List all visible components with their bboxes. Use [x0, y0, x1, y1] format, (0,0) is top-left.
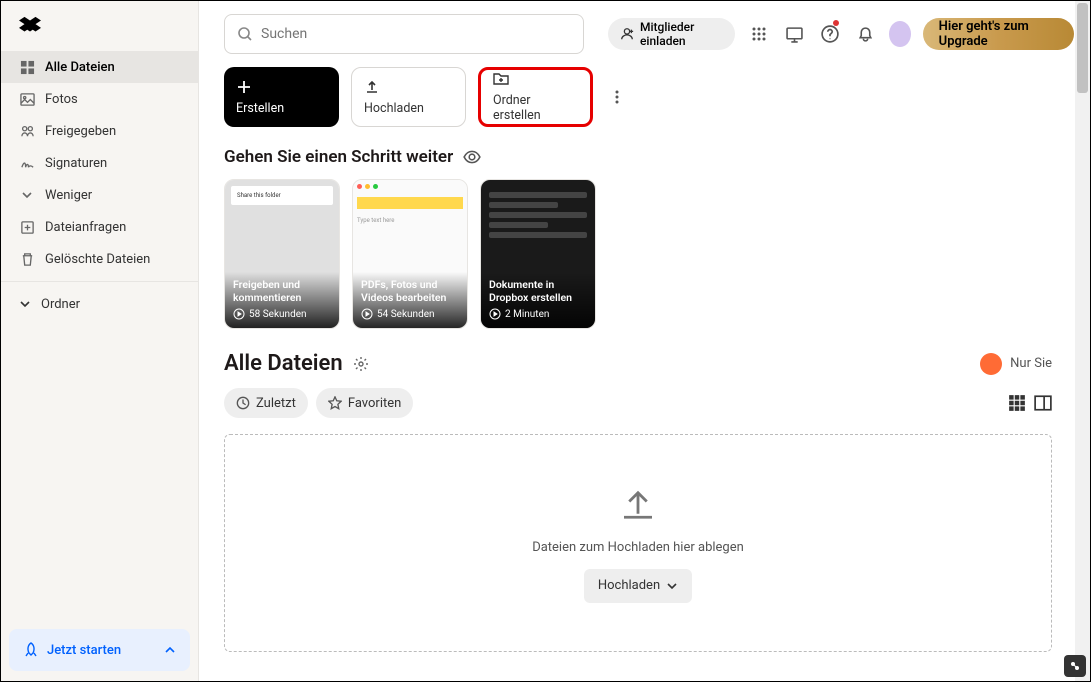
play-icon	[361, 308, 373, 320]
sidebar-item-less[interactable]: Weniger	[1, 179, 198, 211]
play-icon	[489, 308, 501, 320]
plus-icon	[236, 79, 252, 95]
privacy-avatar	[980, 353, 1002, 375]
tip-duration: 58 Sekunden	[249, 309, 307, 320]
upload-icon	[364, 79, 380, 95]
chevron-down-icon	[19, 187, 35, 203]
eye-icon[interactable]	[463, 148, 481, 166]
create-button[interactable]: Erstellen	[224, 67, 339, 127]
tips-heading: Gehen Sie einen Schritt weiter	[224, 147, 453, 167]
upgrade-button[interactable]: Hier geht's zum Upgrade	[923, 18, 1074, 50]
grid-view-button[interactable]	[1008, 394, 1026, 412]
sidebar-item-label: Alle Dateien	[45, 60, 115, 75]
upgrade-label: Hier geht's zum Upgrade	[939, 19, 1058, 49]
create-label: Erstellen	[236, 101, 327, 116]
notifications-button[interactable]	[853, 20, 876, 48]
avatar[interactable]	[889, 21, 911, 47]
signature-icon	[19, 155, 35, 171]
sidebar-item-label: Fotos	[45, 92, 78, 107]
chevron-down-icon	[19, 298, 31, 310]
sidebar-item-deleted[interactable]: Gelöschte Dateien	[1, 243, 198, 275]
folder-label: Ordner erstellen	[493, 93, 578, 123]
upload-btn-label: Hochladen	[598, 578, 660, 593]
tip-card-docs[interactable]: Dokumente in Dropbox erstellen 2 Minuten	[480, 179, 596, 329]
tip-duration: 54 Sekunden	[377, 309, 435, 320]
apps-grid-button[interactable]	[747, 20, 770, 48]
sidebar-item-label: Signaturen	[45, 156, 107, 171]
chevron-up-icon	[164, 644, 176, 656]
invite-label: Mitglieder einladen	[640, 20, 723, 48]
favorites-chip[interactable]: Favoriten	[316, 388, 413, 418]
tip-title: Dokumente in Dropbox erstellen	[489, 278, 587, 304]
chevron-down-icon	[666, 580, 678, 592]
create-folder-button[interactable]: Ordner erstellen	[478, 67, 593, 127]
recent-chip[interactable]: Zuletzt	[224, 388, 308, 418]
sidebar-item-file-requests[interactable]: Dateianfragen	[1, 211, 198, 243]
rocket-icon	[23, 642, 39, 658]
search-icon	[237, 26, 253, 42]
upload-large-icon	[617, 484, 659, 526]
shared-icon	[19, 123, 35, 139]
tip-duration: 2 Minuten	[505, 309, 549, 320]
sidebar-item-shared[interactable]: Freigegeben	[1, 115, 198, 147]
trash-icon	[19, 251, 35, 267]
sidebar-item-label: Dateianfragen	[45, 220, 126, 235]
invite-icon	[620, 27, 634, 41]
scroll-thumb[interactable]	[1077, 3, 1088, 93]
scrollbar[interactable]	[1075, 1, 1090, 681]
sidebar-item-photos[interactable]: Fotos	[1, 83, 198, 115]
sidebar-item-all-files[interactable]: Alle Dateien	[1, 51, 198, 83]
panel-view-button[interactable]	[1034, 394, 1052, 412]
sidebar-item-label: Weniger	[45, 188, 92, 203]
floating-widget[interactable]	[1064, 655, 1086, 677]
drop-zone-text: Dateien zum Hochladen hier ablegen	[532, 540, 744, 555]
get-started-label: Jetzt starten	[47, 643, 121, 658]
desktop-button[interactable]	[782, 20, 805, 48]
tip-card-share[interactable]: Share this folder Freigeben und kommenti…	[224, 179, 340, 329]
privacy-label: Nur Sie	[1010, 356, 1052, 371]
settings-gear-icon[interactable]	[353, 356, 369, 372]
sidebar-folders-toggle[interactable]: Ordner	[1, 288, 198, 320]
chip-label: Zuletzt	[256, 396, 296, 411]
play-icon	[233, 308, 245, 320]
tip-title: Freigeben und kommentieren	[233, 278, 331, 304]
folders-label: Ordner	[41, 297, 80, 312]
files-icon	[19, 59, 35, 75]
tip-title: PDFs, Fotos und Videos bearbeiten	[361, 278, 459, 304]
files-title: Alle Dateien	[224, 351, 343, 376]
star-icon	[328, 396, 342, 410]
drop-zone[interactable]: Dateien zum Hochladen hier ablegen Hochl…	[224, 434, 1052, 652]
more-actions-button[interactable]	[609, 89, 625, 105]
sidebar-item-signatures[interactable]: Signaturen	[1, 147, 198, 179]
file-request-icon	[19, 219, 35, 235]
search-field[interactable]	[261, 26, 571, 42]
sidebar-item-label: Freigegeben	[45, 124, 116, 139]
chip-label: Favoriten	[348, 396, 401, 411]
upload-button[interactable]: Hochladen	[351, 67, 466, 127]
folder-plus-icon	[493, 71, 509, 87]
drop-upload-button[interactable]: Hochladen	[584, 569, 692, 603]
help-button[interactable]	[818, 20, 841, 48]
search-input[interactable]	[224, 14, 584, 54]
upload-label: Hochladen	[364, 101, 453, 116]
sidebar-item-label: Gelöschte Dateien	[45, 252, 150, 267]
dropbox-logo-icon[interactable]	[19, 15, 41, 37]
tip-card-edit[interactable]: Type text here PDFs, Fotos und Videos be…	[352, 179, 468, 329]
get-started-button[interactable]: Jetzt starten	[9, 629, 190, 671]
clock-icon	[236, 396, 250, 410]
photo-icon	[19, 91, 35, 107]
invite-members-button[interactable]: Mitglieder einladen	[608, 18, 735, 50]
